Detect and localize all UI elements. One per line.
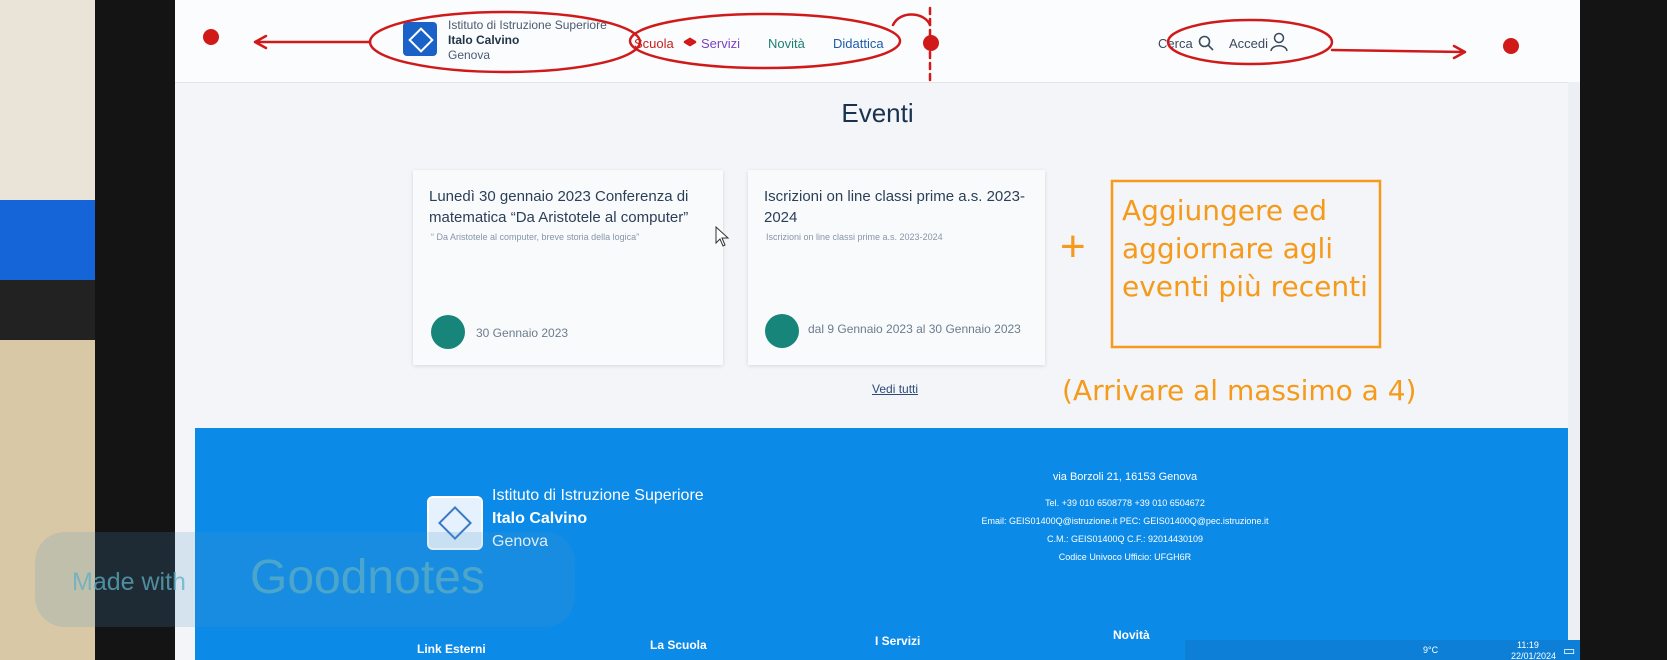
annotation-plus: + [1060,222,1086,271]
annotation-note-line-3: eventi più recenti [1122,270,1368,303]
annotation-ellipse-utilities [1166,18,1334,66]
annotation-curve [891,13,932,27]
annotation-ellipse-brand [368,10,642,74]
annotation-dot [1503,38,1519,54]
annotation-note-line-1: Aggiungere ed [1122,194,1327,227]
annotation-arrow-right [1330,44,1467,60]
annotation-note-2: (Arrivare al massimo a 4) [1062,374,1417,407]
watermark-brand: Goodnotes [250,551,485,604]
annotation-note-line-2: aggiornare agli [1122,232,1334,265]
annotation-arrow-left [253,34,372,50]
annotation-ellipse-nav [628,12,902,70]
red-annotation-marks [253,6,1467,82]
annotation-dot [923,35,939,51]
annotation-dot [203,29,219,45]
annotation-note: Aggiungere ed aggiornare agli eventi più… [1122,192,1368,306]
red-annotation-dots [203,29,1519,54]
annotation-arrow-double [683,37,697,47]
watermark-prefix: Made with [72,568,186,596]
